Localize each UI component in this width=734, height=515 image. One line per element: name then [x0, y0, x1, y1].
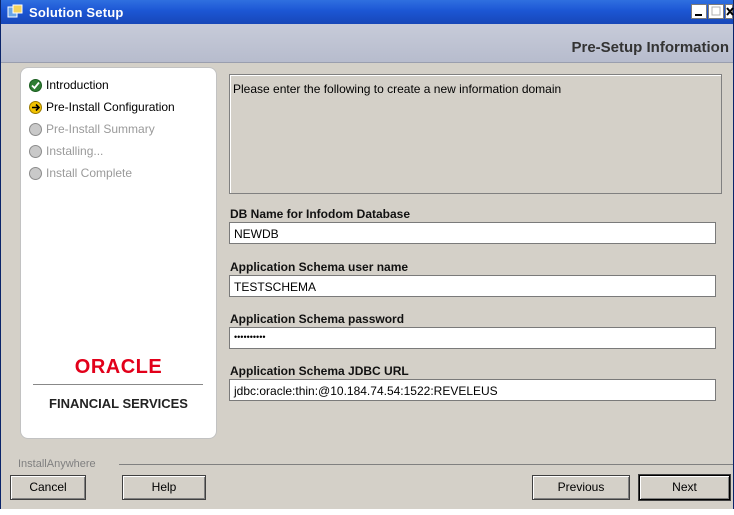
step-pre-install-summary: Pre-Install Summary — [29, 122, 155, 136]
step-label: Installing... — [46, 144, 104, 158]
db-name-input[interactable]: NEWDB — [229, 222, 716, 244]
cancel-button-label: Cancel — [29, 480, 67, 494]
step-label: Introduction — [46, 78, 109, 92]
pending-circle-icon — [29, 122, 42, 136]
help-button[interactable]: Help — [122, 475, 206, 500]
step-install-complete: Install Complete — [29, 166, 132, 180]
help-button-label: Help — [151, 480, 177, 494]
title-bar[interactable]: Solution Setup — [1, 0, 734, 24]
footer-divider — [119, 464, 733, 465]
step-pre-install-configuration: Pre-Install Configuration — [29, 100, 175, 114]
checkmark-icon — [29, 78, 42, 92]
main-form: Please enter the following to create a n… — [219, 64, 733, 454]
step-installing: Installing... — [29, 144, 103, 158]
next-button-label: Next — [672, 480, 697, 494]
installer-window: Solution Setup Pre-Setup Information Int… — [0, 0, 734, 509]
previous-button-label: Previous — [557, 480, 605, 494]
info-text: Please enter the following to create a n… — [233, 82, 562, 96]
page-banner: Pre-Setup Information — [1, 24, 733, 63]
schema-password-label: Application Schema password — [230, 312, 405, 326]
close-icon[interactable] — [725, 4, 734, 19]
oracle-logo: ORACLE — [74, 356, 163, 378]
jdbc-url-label: Application Schema JDBC URL — [230, 364, 409, 378]
window-bottom-edge — [0, 509, 734, 515]
step-label: Install Complete — [46, 166, 133, 180]
installanywhere-label: InstallAnywhere — [18, 458, 96, 470]
schema-user-input[interactable]: TESTSCHEMA — [229, 275, 716, 297]
jdbc-url-input[interactable]: jdbc:oracle:thin:@10.184.74.54:1522:REVE… — [229, 379, 716, 401]
minimize-icon[interactable] — [691, 4, 707, 19]
db-name-label: DB Name for Infodom Database — [230, 207, 411, 221]
cancel-button[interactable]: Cancel — [10, 475, 86, 500]
next-button[interactable]: Next — [639, 475, 730, 500]
logo-divider — [33, 384, 203, 385]
window-title: Solution Setup — [29, 4, 124, 20]
info-box: Please enter the following to create a n… — [229, 74, 722, 194]
arrow-right-icon — [29, 100, 42, 114]
window-controls — [691, 4, 734, 19]
footer: InstallAnywhere Cancel Help Previous Nex… — [1, 455, 733, 509]
installer-icon — [7, 4, 23, 20]
page-title: Pre-Setup Information — [571, 39, 729, 56]
pending-circle-icon — [29, 144, 42, 158]
pending-circle-icon — [29, 166, 42, 180]
maximize-icon[interactable] — [708, 4, 724, 19]
previous-button[interactable]: Previous — [532, 475, 630, 500]
step-label: Pre-Install Configuration — [46, 100, 175, 114]
steps-panel: Introduction Pre-Install Configuration P… — [20, 67, 217, 439]
schema-password-input[interactable]: •••••••••• — [229, 327, 716, 349]
step-label: Pre-Install Summary — [46, 122, 155, 136]
financial-services-label: FINANCIAL SERVICES — [49, 396, 188, 411]
step-introduction: Introduction — [29, 78, 109, 92]
schema-user-label: Application Schema user name — [230, 260, 409, 274]
